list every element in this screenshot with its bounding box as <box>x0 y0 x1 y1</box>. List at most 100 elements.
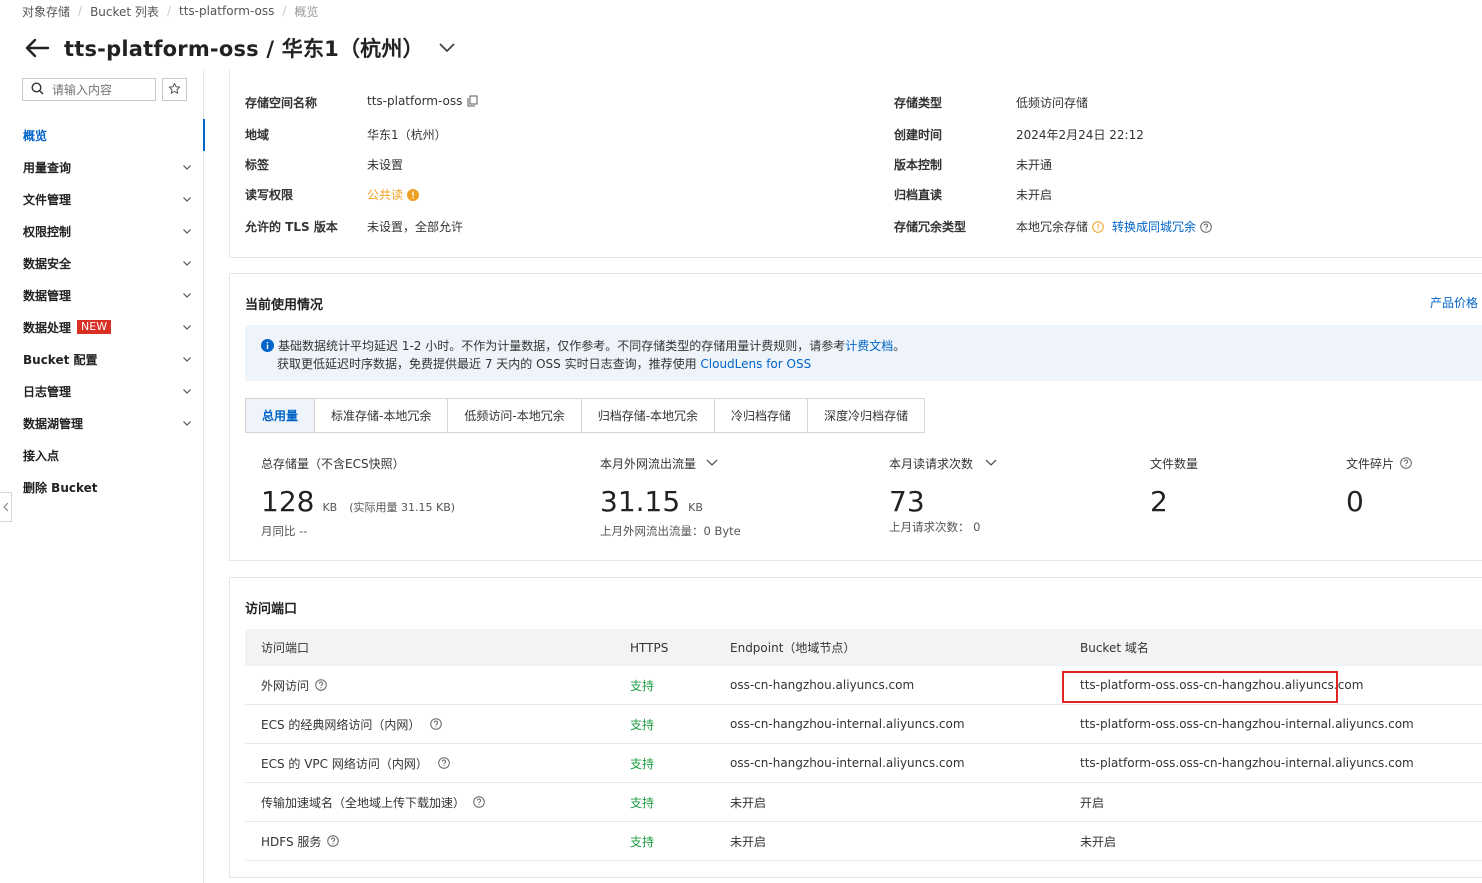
metric-storage-label: 总存储量（不含ECS快照） <box>261 456 405 471</box>
metric-traffic: 本月外网流出流量 31.15 KB 上月外网流出流量：0 Byte <box>600 455 741 539</box>
archive-label: 归档直读 <box>894 188 943 202</box>
sidebar-item-delete-bucket[interactable]: 删除 Bucket <box>0 471 204 503</box>
copy-icon[interactable] <box>467 95 478 107</box>
metric-traffic-value-row: 31.15 KB <box>600 485 741 518</box>
sidebar-item-file-management[interactable]: 文件管理 <box>0 183 204 215</box>
star-icon <box>168 82 181 98</box>
region-label: 地域 <box>245 128 270 142</box>
notice-text-2: 获取更低延迟时序数据，免费提供最近 7 天内的 OSS 实时日志查询，推荐使用 <box>277 357 701 371</box>
chevron-down-icon <box>985 459 997 466</box>
breadcrumb-item-bucket-list[interactable]: Bucket 列表 <box>90 3 159 20</box>
redundancy-text: 本地冗余存储 <box>1016 220 1089 234</box>
endpoint-type: ECS 的经典网络访问（内网） <box>261 705 443 743</box>
metric-files: 文件数量 2 <box>1150 455 1199 519</box>
help-icon[interactable] <box>1400 457 1412 469</box>
tab-standard-lrs[interactable]: 标准存储-本地冗余 <box>315 399 449 432</box>
endpoint-type-text: ECS 的 VPC 网络访问（内网） <box>261 756 428 771</box>
metric-files-label: 文件数量 <box>1150 456 1199 471</box>
metric-files-value-row: 2 <box>1150 485 1198 518</box>
chevron-down-icon <box>183 229 191 234</box>
breadcrumb-item-oss[interactable]: 对象存储 <box>22 3 70 20</box>
storage-class-label: 存储类型 <box>894 96 943 110</box>
sidebar-item-data-lake[interactable]: 数据湖管理 <box>0 407 204 439</box>
arrow-left-icon[interactable] <box>22 33 52 63</box>
metric-storage-yoy: 月同比 -- <box>261 524 308 538</box>
convert-redundancy-link[interactable]: 转换成同城冗余 <box>1112 218 1196 235</box>
endpoint-value: oss-cn-hangzhou-internal.aliyuncs.com <box>730 756 965 770</box>
endpoint-value: oss-cn-hangzhou.aliyuncs.com <box>730 678 915 692</box>
chevron-down-icon <box>183 261 191 266</box>
metric-traffic-label: 本月外网流出流量 <box>600 456 697 471</box>
cloudlens-link[interactable]: CloudLens for OSS <box>700 357 811 371</box>
endpoints-title: 访问端口 <box>245 602 298 617</box>
metric-storage-value: 128 <box>261 485 315 518</box>
redundancy-label: 存储冗余类型 <box>894 220 967 234</box>
help-icon[interactable] <box>1200 220 1212 233</box>
https-support: 支持 <box>630 756 655 771</box>
warning-icon[interactable] <box>407 188 420 201</box>
notice-banner: 基础数据统计平均延迟 1-2 小时。不作为计量数据，仅作参考。不同存储类型的存储… <box>245 325 1482 381</box>
created-label: 创建时间 <box>894 128 943 142</box>
search-input[interactable] <box>52 82 142 97</box>
metric-traffic-value: 31.15 <box>600 485 681 518</box>
sidebar-item-access-control[interactable]: 权限控制 <box>0 215 204 247</box>
notice-line-2: 获取更低延迟时序数据，免费提供最近 7 天内的 OSS 实时日志查询，推荐使用 … <box>277 355 811 372</box>
favorite-button[interactable] <box>162 78 187 101</box>
billing-doc-link[interactable]: 计费文档 <box>845 337 893 354</box>
created-value: 2024年2月24日 22:12 <box>1016 128 1144 142</box>
breadcrumb-separator: / <box>78 4 83 18</box>
metric-traffic-label-row[interactable]: 本月外网流出流量 <box>600 455 741 471</box>
breadcrumb: 对象存储 / Bucket 列表 / tts-platform-oss / 概览 <box>22 3 318 19</box>
chevron-down-icon[interactable] <box>438 39 456 57</box>
info-icon[interactable] <box>1092 220 1104 233</box>
chevron-down-icon <box>183 325 191 330</box>
endpoints-table: 访问端口 HTTPS Endpoint（地域节点） Bucket 域名 外网访问… <box>245 629 1482 861</box>
tab-deep-cold-archive[interactable]: 深度冷归档存储 <box>808 399 925 432</box>
highlight-annotation <box>1062 671 1338 703</box>
bucket-domain: tts-platform-oss.oss-cn-hangzhou-interna… <box>1080 756 1414 770</box>
sidebar-item-usage-query[interactable]: 用量查询 <box>0 151 204 183</box>
notice-text: 基础数据统计平均延迟 1-2 小时。不作为计量数据，仅作参考。不同存储类型的存储… <box>278 339 846 353</box>
metric-traffic-last-month: 上月外网流出流量：0 Byte <box>600 524 741 538</box>
help-icon[interactable] <box>438 757 450 769</box>
sidebar-item-log-management[interactable]: 日志管理 <box>0 375 204 407</box>
column-header: HTTPS <box>630 640 669 655</box>
storage-class-value: 低频访问存储 <box>1016 96 1089 110</box>
metric-requests-label-row[interactable]: 本月读请求次数 <box>889 455 997 471</box>
help-icon[interactable] <box>315 679 327 691</box>
sidebar-item-label: 数据管理 <box>23 288 72 303</box>
chevron-down-icon <box>183 389 191 394</box>
bucket-info-card: 存储空间名称 tts-platform-oss 地域 华东1（杭州） 标签 未设… <box>229 70 1482 258</box>
endpoint-type-text: ECS 的经典网络访问（内网） <box>261 717 421 732</box>
help-icon[interactable] <box>430 718 443 730</box>
sidebar-item-data-processing[interactable]: 数据处理 NEW <box>0 311 204 343</box>
https-support: 支持 <box>630 795 655 810</box>
help-icon[interactable] <box>473 796 485 808</box>
chevron-left-icon <box>2 502 8 512</box>
page-title: tts-platform-oss / 华东1（杭州） <box>64 37 424 61</box>
sidebar-item-data-management[interactable]: 数据管理 <box>0 279 204 311</box>
sidebar-item-access-point[interactable]: 接入点 <box>0 439 204 471</box>
sidebar-collapse-handle[interactable] <box>0 492 12 522</box>
enable-acceleration-link[interactable]: 开启 <box>1080 783 1104 821</box>
breadcrumb-item-bucket[interactable]: tts-platform-oss <box>179 4 274 18</box>
tab-total[interactable]: 总用量 <box>246 399 316 432</box>
sidebar-item-bucket-config[interactable]: Bucket 配置 <box>0 343 204 375</box>
tab-ia-lrs[interactable]: 低频访问-本地冗余 <box>448 399 582 432</box>
help-icon[interactable] <box>327 835 340 847</box>
search-box[interactable] <box>22 78 156 101</box>
tab-cold-archive[interactable]: 冷归档存储 <box>715 399 809 432</box>
sidebar-item-label: 文件管理 <box>23 192 72 207</box>
product-price-link[interactable]: 产品价格 <box>1430 294 1478 311</box>
endpoint-type-text: 外网访问 <box>261 678 310 693</box>
bucket-name-text: tts-platform-oss <box>367 94 463 108</box>
search-icon <box>31 81 44 98</box>
chevron-down-icon <box>183 421 191 426</box>
metric-files-value: 2 <box>1150 485 1168 518</box>
sidebar-item-overview[interactable]: 概览 <box>0 119 205 151</box>
tls-value: 未设置，全部允许 <box>367 220 464 234</box>
metric-storage-actual: (实际用量 31.15 KB) <box>349 501 456 514</box>
tab-archive-lrs[interactable]: 归档存储-本地冗余 <box>581 399 716 432</box>
sidebar-item-data-security[interactable]: 数据安全 <box>0 247 204 279</box>
breadcrumb-separator: / <box>282 4 287 18</box>
